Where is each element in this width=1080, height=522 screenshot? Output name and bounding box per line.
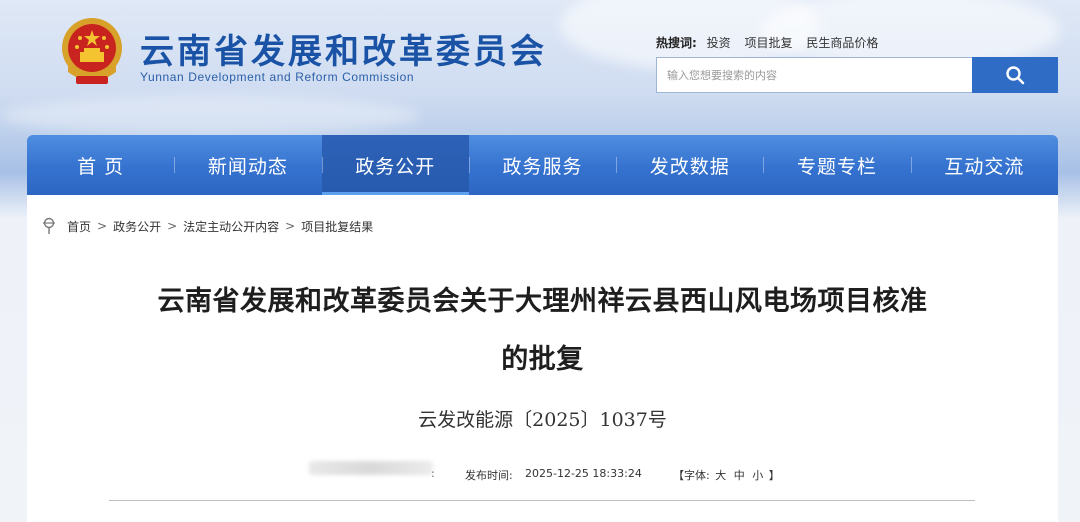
font-size-small[interactable]: 小 [752,469,763,482]
site-subtitle: Yunnan Development and Reform Commission [140,70,415,84]
article-panel: 首页 > 政务公开 > 法定主动公开内容 > 项目批复结果 云南省发展和改革委员… [27,195,1058,522]
nav-item-special-topics[interactable]: 专题专栏 [763,135,910,195]
article-title-line: 云南省发展和改革委员会关于大理州祥云县西山风电场项目核准 [157,286,928,317]
font-size-label: 【字体: [673,469,710,482]
hot-search-label: 热搜词: [656,36,697,50]
hot-search-link[interactable]: 民生商品价格 [806,36,878,50]
search-input[interactable] [656,57,972,93]
nav-item-government-services[interactable]: 政务服务 [468,135,616,195]
article-title-line: 的批复 [501,344,584,375]
publish-time-label: 发布时间: [465,469,513,482]
document-number: 云发改能源〔2025〕1037号 [418,409,667,431]
search-box [656,57,1058,93]
breadcrumb-home[interactable]: 首页 [67,218,91,235]
nav-item-government-affairs-disclosure[interactable]: 政务公开 [321,135,470,195]
site-title[interactable]: 云南省发展和改革委员会 [140,24,547,73]
location-pin-icon [43,217,55,234]
breadcrumb-separator: > [167,219,178,233]
font-size-control: 【字体: 大 中 小 】 [673,467,780,483]
breadcrumb-project-approval-results[interactable]: 项目批复结果 [301,218,373,235]
hot-search-bar: 热搜词: 投资 项目批复 民生商品价格 [656,34,888,51]
search-button[interactable] [972,57,1058,93]
publish-time: 2025-12-25 18:33:24 [525,467,642,480]
hot-search-link[interactable]: 项目批复 [744,36,792,50]
breadcrumb-separator: > [97,219,108,233]
breadcrumb-separator: > [285,219,296,233]
source-colon: : [431,467,435,480]
breadcrumb: 首页 > 政务公开 > 法定主动公开内容 > 项目批复结果 [41,217,373,235]
article-title: 云南省发展和改革委员会关于大理州祥云县西山风电场项目核准 的批复 [97,273,988,389]
font-size-medium[interactable]: 中 [734,469,745,482]
hot-search-link[interactable]: 投资 [707,36,731,50]
main-nav: 首 页 新闻动态 政务公开 政务服务 发改数据 专题专栏 互动交流 [27,135,1058,195]
breadcrumb-statutory-disclosure[interactable]: 法定主动公开内容 [183,218,279,235]
national-emblem-logo [58,14,126,90]
nav-item-development-data[interactable]: 发改数据 [616,135,763,195]
nav-item-news[interactable]: 新闻动态 [174,135,321,195]
sky-cloud [0,96,420,136]
search-icon [1006,66,1025,85]
nav-item-interaction[interactable]: 互动交流 [910,135,1058,195]
divider [109,500,975,501]
font-size-close: 】 [768,469,780,482]
nav-item-home[interactable]: 首 页 [27,135,174,195]
breadcrumb-government-affairs[interactable]: 政务公开 [113,218,161,235]
font-size-large[interactable]: 大 [715,469,726,482]
source-redacted [309,461,433,475]
